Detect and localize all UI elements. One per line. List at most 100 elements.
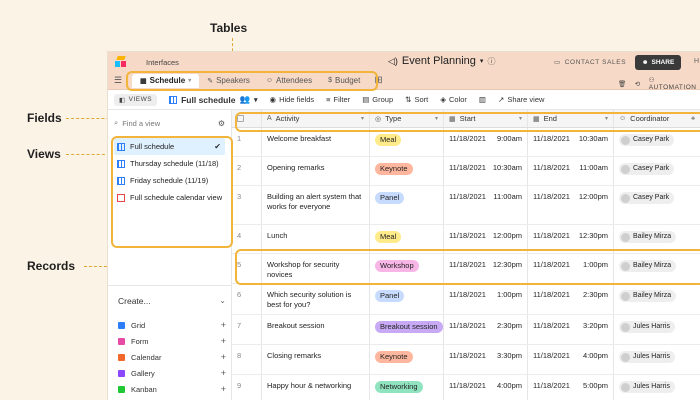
type-cell[interactable]: Keynote (370, 345, 444, 374)
table-row[interactable]: 9 Happy hour & networking Networking 11/18/… (232, 375, 700, 400)
end-cell[interactable]: 11/18/2021 12:00pm (528, 186, 614, 224)
row-number-cell[interactable]: 1 (232, 128, 262, 156)
activity-cell[interactable]: Opening remarks (262, 157, 370, 185)
type-cell[interactable]: Panel (370, 186, 444, 224)
base-title[interactable]: ◁) Event Planning ▾ ⓘ (388, 55, 495, 67)
end-cell[interactable]: 11/18/2021 2:30pm (528, 284, 614, 314)
end-cell[interactable]: 11/18/2021 1:00pm (528, 254, 614, 283)
automations-button[interactable]: ⚇ AUTOMATION (649, 76, 700, 91)
column-header-end[interactable]: ▦ End ▾ (528, 110, 614, 127)
column-header-coordinator[interactable]: ☺ Coordinator ♣ (614, 110, 700, 127)
views-toggle-button[interactable]: ◧ VIEWS (114, 93, 158, 106)
type-cell[interactable]: Networking (370, 375, 444, 400)
type-cell[interactable]: Meal (370, 225, 444, 253)
table-row[interactable]: 5 Workshop for security novices Workshop 11… (232, 254, 700, 284)
row-number-cell[interactable]: 7 (232, 315, 262, 344)
share-view-button[interactable]: ↗ Share view (498, 95, 544, 104)
trash-icon[interactable]: 🗑 (618, 80, 627, 88)
add-table-icon[interactable]: ⊞ (374, 75, 382, 86)
tab-schedule[interactable]: ▦ Schedule ▾ (132, 73, 200, 88)
coordinator-cell[interactable]: Jules Harris (614, 315, 700, 344)
view-item-full-schedule[interactable]: Full schedule ✔ (114, 138, 225, 155)
group-button[interactable]: ▤ Group (362, 95, 393, 104)
end-cell[interactable]: 11/18/2021 4:00pm (528, 345, 614, 374)
type-cell[interactable]: Workshop (370, 254, 444, 283)
type-cell[interactable]: Keynote (370, 157, 444, 185)
coordinator-cell[interactable]: Bailey Mirza (614, 225, 700, 253)
history-icon[interactable]: ⟲ (635, 80, 641, 88)
activity-cell[interactable]: Which security solution is best for you? (262, 284, 370, 314)
end-cell[interactable]: 11/18/2021 3:20pm (528, 315, 614, 344)
activity-cell[interactable]: Breakout session (262, 315, 370, 344)
type-cell[interactable]: Panel (370, 284, 444, 314)
tab-attendees[interactable]: ☺ Attendees (258, 74, 320, 88)
end-cell[interactable]: 11/18/2021 5:00pm (528, 375, 614, 400)
row-number-cell[interactable]: 6 (232, 284, 262, 314)
view-item-friday-schedule[interactable]: Friday schedule (11/19) (114, 172, 225, 189)
end-cell[interactable]: 11/18/2021 11:00am (528, 157, 614, 185)
sort-button[interactable]: ⇅ Sort (405, 95, 428, 104)
start-cell[interactable]: 11/18/2021 1:00pm (444, 284, 528, 314)
start-cell[interactable]: 11/18/2021 4:00pm (444, 375, 528, 400)
activity-cell[interactable]: Happy hour & networking (262, 375, 370, 400)
activity-cell[interactable]: Workshop for security novices (262, 254, 370, 283)
view-item-calendar-view[interactable]: Full schedule calendar view (114, 189, 225, 206)
start-cell[interactable]: 11/18/2021 11:00am (444, 186, 528, 224)
start-cell[interactable]: 11/18/2021 10:30am (444, 157, 528, 185)
row-number-cell[interactable]: 9 (232, 375, 262, 400)
coordinator-cell[interactable]: Casey Park (614, 157, 700, 185)
table-row[interactable]: 1 Welcome breakfast Meal 11/18/2021 9:00am 11… (232, 128, 700, 157)
end-cell[interactable]: 11/18/2021 10:30am (528, 128, 614, 156)
table-row[interactable]: 8 Closing remarks Keynote 11/18/2021 3:30pm 1… (232, 345, 700, 375)
create-view-section[interactable]: Create... ⌄ (118, 296, 226, 306)
coordinator-cell[interactable]: Casey Park (614, 128, 700, 156)
create-calendar-view[interactable]: Calendar + (118, 352, 226, 362)
column-header-type[interactable]: ◎ Type ▾ (370, 110, 444, 127)
coordinator-cell[interactable]: Casey Park (614, 186, 700, 224)
table-row[interactable]: 7 Breakout session Breakout session 11/18/2… (232, 315, 700, 345)
row-number-cell[interactable]: 2 (232, 157, 262, 185)
type-cell[interactable]: Meal (370, 128, 444, 156)
start-cell[interactable]: 11/18/2021 12:30pm (444, 254, 528, 283)
create-gallery-view[interactable]: Gallery + (118, 368, 226, 378)
activity-cell[interactable]: Building an alert system that works for … (262, 186, 370, 224)
row-height-button[interactable]: ▥ (479, 95, 486, 104)
row-number-cell[interactable]: 3 (232, 186, 262, 224)
start-cell[interactable]: 11/18/2021 3:30pm (444, 345, 528, 374)
column-header-activity[interactable]: A Activity ▾ (262, 110, 370, 127)
start-cell[interactable]: 11/18/2021 9:00am (444, 128, 528, 156)
create-grid-view[interactable]: Grid + (118, 320, 226, 330)
activity-cell[interactable]: Welcome breakfast (262, 128, 370, 156)
column-header-start[interactable]: ▦ Start ▾ (444, 110, 528, 127)
find-view-search[interactable]: ⌕ Find a view ⚙ (114, 114, 225, 132)
end-cell[interactable]: 11/18/2021 12:30pm (528, 225, 614, 253)
row-number-cell[interactable]: 5 (232, 254, 262, 283)
activity-cell[interactable]: Closing remarks (262, 345, 370, 374)
start-cell[interactable]: 11/18/2021 12:00pm (444, 225, 528, 253)
gear-icon[interactable]: ⚙ (218, 119, 225, 128)
share-button[interactable]: ☻ SHARE (635, 55, 681, 70)
create-form-view[interactable]: Form + (118, 336, 226, 346)
create-kanban-view[interactable]: Kanban + (118, 384, 226, 394)
tab-budget[interactable]: $ Budget (320, 74, 368, 88)
view-item-thursday-schedule[interactable]: Thursday schedule (11/18) (114, 155, 225, 172)
current-view-name[interactable]: Full schedule 👥 ▾ (169, 94, 258, 105)
hide-fields-button[interactable]: ◉ Hide fields (270, 95, 315, 104)
activity-cell[interactable]: Lunch (262, 225, 370, 253)
start-cell[interactable]: 11/18/2021 2:30pm (444, 315, 528, 344)
filter-button[interactable]: ≡ Filter (326, 95, 350, 104)
help-link[interactable]: H (694, 58, 699, 65)
table-row[interactable]: 6 Which security solution is best for you… (232, 284, 700, 315)
color-button[interactable]: ◈ Color (440, 95, 467, 104)
select-all-checkbox[interactable] (232, 110, 262, 127)
coordinator-cell[interactable]: Bailey Mirza (614, 254, 700, 283)
table-row[interactable]: 2 Opening remarks Keynote 11/18/2021 10:30am… (232, 157, 700, 186)
table-row[interactable]: 4 Lunch Meal 11/18/2021 12:00pm 11/18/2021 12:… (232, 225, 700, 254)
tab-speakers[interactable]: ✎ Speakers (199, 74, 258, 88)
interfaces-link[interactable]: Interfaces (146, 58, 179, 67)
table-row[interactable]: 3 Building an alert system that works for… (232, 186, 700, 225)
row-number-cell[interactable]: 4 (232, 225, 262, 253)
airtable-logo-icon[interactable] (114, 56, 128, 68)
hamburger-menu-icon[interactable]: ☰ (114, 75, 124, 86)
type-cell[interactable]: Breakout session (370, 315, 444, 344)
